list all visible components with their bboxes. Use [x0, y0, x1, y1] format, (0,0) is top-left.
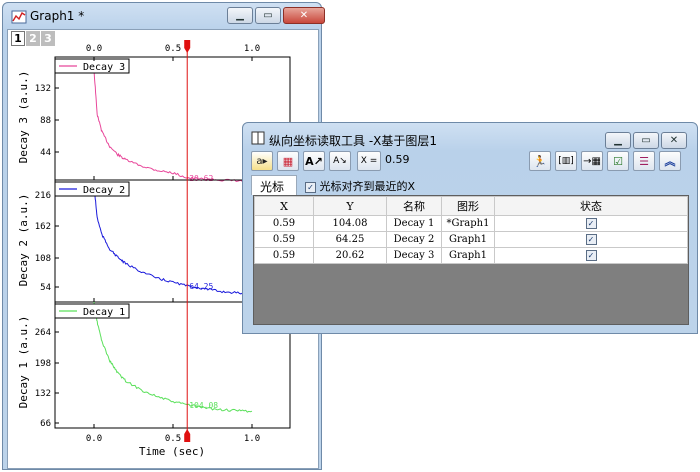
column-header-graph[interactable]: 图形 [441, 196, 495, 216]
snap-checkbox[interactable]: ✓ [305, 181, 316, 193]
cell-graph: Graph1 [441, 231, 495, 248]
tool-minimize-button[interactable]: ▁ [605, 132, 631, 149]
graph-titlebar[interactable]: Graph1 * ▁ ▭ ✕ [3, 3, 325, 31]
tool-maximize-button[interactable]: ▭ [633, 132, 659, 149]
graph-window-icon [11, 10, 27, 24]
close-icon: ✕ [669, 134, 679, 146]
layer-tabs: 1 2 3 [11, 31, 55, 46]
cell-status[interactable]: ✓ [494, 215, 688, 232]
cell-x: 0.59 [254, 231, 314, 248]
cell-y: 104.08 [313, 215, 387, 232]
x-equals-label: X = [357, 151, 381, 171]
tool-picker-button[interactable]: ▦ [277, 151, 299, 171]
checklist-icon: ☑ [613, 154, 623, 168]
close-button[interactable]: ✕ [283, 7, 325, 24]
cell-status[interactable]: ✓ [494, 247, 688, 264]
cell-x: 0.59 [254, 215, 314, 232]
column-header-name[interactable]: 名称 [386, 196, 442, 216]
snap-checkbox-row[interactable]: ✓ 光标对齐到最近的X [305, 178, 415, 194]
minimize-icon: ▁ [236, 9, 244, 21]
tool-font-down-button[interactable]: A↘ [329, 151, 351, 171]
cell-graph: Graph1 [441, 247, 495, 264]
table-row[interactable]: 0.59 20.62 Decay 3 Graph1 ✓ [254, 247, 688, 264]
minimize-button[interactable]: ▁ [227, 7, 253, 24]
readout-table: X Y 名称 图形 状态 0.59 104.08 Decay 1 *Graph1… [254, 196, 688, 264]
readout-panel: X Y 名称 图形 状态 0.59 104.08 Decay 1 *Graph1… [253, 195, 689, 325]
tool-collapse-button[interactable]: ︽ [659, 151, 681, 171]
status-checkbox[interactable]: ✓ [585, 234, 597, 245]
close-icon: ✕ [299, 9, 309, 21]
cell-y: 64.25 [313, 231, 387, 248]
maximize-icon: ▭ [641, 134, 651, 146]
graph-window-title: Graph1 * [30, 9, 85, 23]
chevron-up-icon: ︽ [664, 155, 676, 168]
tool-close-button[interactable]: ✕ [661, 132, 687, 149]
font-decrease-icon: A↘ [333, 156, 347, 166]
font-increase-icon: A↗ [305, 154, 323, 168]
tab-cursor[interactable]: 光标 [251, 175, 297, 195]
cell-name: Decay 1 [386, 215, 442, 232]
cell-graph: *Graph1 [441, 215, 495, 232]
maximize-icon: ▭ [263, 9, 273, 21]
tool-export-button[interactable]: →▦ [581, 151, 603, 171]
cell-status[interactable]: ✓ [494, 231, 688, 248]
cursor-tool-window: 纵向坐标读取工具 -X基于图层1 ▁ ▭ ✕ a▸ ▦ A↗ A↘ X = 0.… [242, 122, 698, 334]
tool-go-button[interactable]: 🏃 [529, 151, 551, 171]
x-value: 0.59 [385, 153, 410, 166]
tool-label-button[interactable]: a▸ [251, 151, 273, 171]
tool-titlebar[interactable]: 纵向坐标读取工具 -X基于图层1 ▁ ▭ ✕ [243, 123, 697, 151]
cell-y: 20.62 [313, 247, 387, 264]
runner-icon: 🏃 [533, 154, 547, 168]
column-header-x[interactable]: X [254, 196, 314, 216]
tool-fit-button[interactable]: [▥] [555, 151, 577, 171]
column-header-status[interactable]: 状态 [494, 196, 688, 216]
tool-options-button[interactable]: ☰ [633, 151, 655, 171]
tool-font-up-button[interactable]: A↗ [303, 151, 325, 171]
layer-tab-1[interactable]: 1 [11, 31, 25, 46]
status-checkbox[interactable]: ✓ [585, 218, 597, 229]
tool-window-title: 纵向坐标读取工具 -X基于图层1 [269, 134, 438, 148]
snap-label: 光标对齐到最近的X [319, 180, 416, 193]
picker-icon: ▦ [282, 154, 294, 168]
tool-checklist-button[interactable]: ☑ [607, 151, 629, 171]
minimize-icon: ▁ [614, 134, 622, 146]
fit-columns-icon: [▥] [558, 156, 574, 166]
export-table-icon: →▦ [583, 155, 601, 167]
label-tag-icon: a▸ [256, 155, 268, 167]
x-equals-text: X = [360, 156, 378, 166]
table-row[interactable]: 0.59 64.25 Decay 2 Graph1 ✓ [254, 231, 688, 248]
cell-x: 0.59 [254, 247, 314, 264]
column-header-y[interactable]: Y [313, 196, 387, 216]
options-list-icon: ☰ [639, 154, 649, 168]
cell-name: Decay 3 [386, 247, 442, 264]
cell-name: Decay 2 [386, 231, 442, 248]
layer-tab-2[interactable]: 2 [26, 31, 40, 46]
tool-window-icon [251, 131, 265, 145]
status-checkbox[interactable]: ✓ [585, 250, 597, 261]
tab-cursor-label: 光标 [260, 180, 285, 194]
layer-tab-3[interactable]: 3 [41, 31, 55, 46]
table-row[interactable]: 0.59 104.08 Decay 1 *Graph1 ✓ [254, 215, 688, 232]
maximize-button[interactable]: ▭ [255, 7, 281, 24]
